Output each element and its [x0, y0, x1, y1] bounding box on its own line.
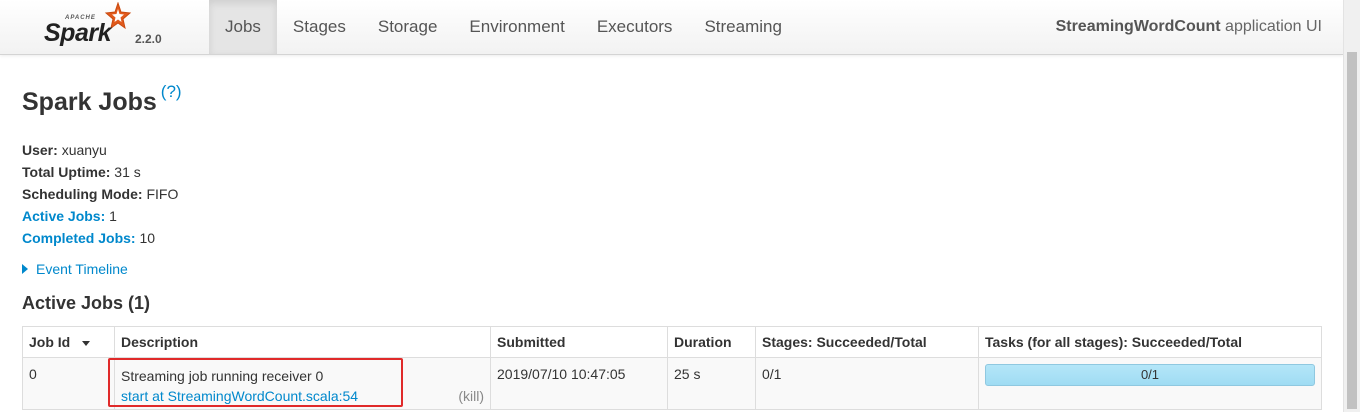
active-jobs-link[interactable]: Active Jobs:	[22, 208, 105, 224]
active-jobs-count: 1	[109, 208, 117, 224]
sort-desc-icon	[82, 340, 91, 346]
table-header-row: Job Id Description Submitted Duration St…	[22, 326, 1322, 358]
description-cell: Streaming job running receiver 0 start a…	[114, 357, 491, 410]
spark-wordmark: Spark	[44, 19, 111, 47]
scheduling-value: FIFO	[146, 186, 179, 202]
submitted-cell: 2019/07/10 10:47:05	[490, 357, 668, 410]
header-job-id[interactable]: Job Id	[22, 326, 115, 358]
active-jobs-table: Job Id Description Submitted Duration St…	[22, 326, 1322, 410]
job-call-site-link[interactable]: start at StreamingWordCount.scala:54	[121, 388, 358, 404]
header-description[interactable]: Description	[114, 326, 491, 358]
user-label: User:	[22, 142, 58, 158]
stages-cell: 0/1	[755, 357, 979, 410]
tasks-cell: 0/1	[978, 357, 1322, 410]
uptime-label: Total Uptime:	[22, 164, 111, 180]
duration-cell: 25 s	[667, 357, 756, 410]
user-value: xuanyu	[61, 142, 107, 158]
header-stages[interactable]: Stages: Succeeded/Total	[755, 326, 979, 358]
completed-jobs-count: 10	[139, 230, 156, 246]
application-name: StreamingWordCount application UI	[1056, 0, 1322, 54]
spark-version: 2.2.0	[135, 32, 162, 46]
expand-triangle-icon	[22, 264, 28, 274]
event-timeline-toggle[interactable]: Event Timeline	[22, 261, 128, 277]
tab-jobs[interactable]: Jobs	[209, 0, 277, 54]
tasks-progress-bar: 0/1	[985, 364, 1315, 386]
summary-scheduling: Scheduling Mode: FIFO	[22, 183, 178, 205]
kill-job-link[interactable]: (kill)	[458, 388, 484, 404]
page-title-text: Spark Jobs	[22, 88, 157, 116]
summary-list: User: xuanyu Total Uptime: 31 s Scheduli…	[22, 139, 178, 249]
tab-stages[interactable]: Stages	[277, 0, 362, 54]
vertical-scrollbar[interactable]	[1343, 0, 1360, 412]
app-name-bold: StreamingWordCount	[1055, 18, 1221, 35]
completed-jobs-link[interactable]: Completed Jobs:	[22, 230, 136, 246]
tab-environment[interactable]: Environment	[453, 0, 580, 54]
summary-user: User: xuanyu	[22, 139, 178, 161]
header-submitted[interactable]: Submitted	[490, 326, 668, 358]
summary-active-jobs: Active Jobs: 1	[22, 205, 178, 227]
scheduling-label: Scheduling Mode:	[22, 186, 143, 202]
app-name-suffix: application UI	[1220, 18, 1322, 35]
header-duration[interactable]: Duration	[667, 326, 756, 358]
uptime-value: 31 s	[114, 164, 141, 180]
tab-streaming[interactable]: Streaming	[688, 0, 797, 54]
tasks-progress-label: 0/1	[1140, 367, 1160, 382]
scrollbar-thumb[interactable]	[1347, 52, 1357, 409]
tab-storage[interactable]: Storage	[362, 0, 454, 54]
job-description: Streaming job running receiver 0	[121, 368, 324, 384]
header-tasks[interactable]: Tasks (for all stages): Succeeded/Total	[978, 326, 1322, 358]
job-id-cell: 0	[22, 357, 115, 410]
tab-executors[interactable]: Executors	[581, 0, 689, 54]
active-jobs-heading: Active Jobs (1)	[22, 293, 151, 313]
summary-uptime: Total Uptime: 31 s	[22, 161, 178, 183]
spark-logo[interactable]: APACHE Spark 2.2.0	[44, 2, 174, 52]
top-navbar: APACHE Spark 2.2.0 Jobs Stages Storage E…	[0, 0, 1343, 55]
event-timeline-label: Event Timeline	[36, 261, 128, 277]
summary-completed-jobs: Completed Jobs: 10	[22, 227, 178, 249]
page-title: Spark Jobs (?)	[22, 82, 182, 117]
table-row: 0 Streaming job running receiver 0 start…	[22, 357, 1322, 410]
nav-tabs: Jobs Stages Storage Environment Executor…	[209, 0, 798, 54]
help-link[interactable]: (?)	[161, 82, 182, 101]
header-job-id-label: Job Id	[29, 334, 71, 350]
